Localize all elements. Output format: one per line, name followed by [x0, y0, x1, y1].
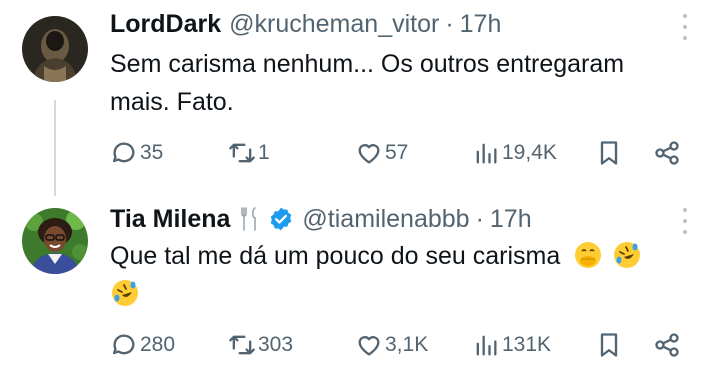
- avatar[interactable]: [22, 208, 88, 274]
- separator-dot: ·: [475, 204, 484, 233]
- user-handle[interactable]: @tiamilenabbb: [302, 205, 469, 234]
- like-button[interactable]: 3,1K: [355, 330, 428, 360]
- views-chart-icon: [476, 335, 497, 356]
- thread-connector-line: [54, 100, 56, 196]
- retweet-button[interactable]: 1: [228, 138, 270, 168]
- timestamp[interactable]: 17h: [460, 10, 502, 39]
- rolling-on-floor-laughing-emoji-icon: [612, 240, 642, 270]
- retweet-button[interactable]: 303: [228, 330, 293, 360]
- views-button[interactable]: 131K: [472, 330, 551, 360]
- reply-button[interactable]: 35: [110, 138, 163, 168]
- bookmark-button[interactable]: [595, 138, 623, 168]
- heart-icon: [358, 336, 380, 356]
- retweet-count: 303: [258, 333, 294, 356]
- tweet-text-line: mais. Fato.: [110, 88, 234, 116]
- views-button[interactable]: 19,4K: [472, 138, 557, 168]
- fork-and-knife-icon: [240, 206, 260, 232]
- tweet-actions: 35 1 57 19,4K: [110, 138, 690, 168]
- tweet-text-line: Que tal me dá um pouco do seu carisma: [110, 237, 710, 275]
- retweet-icon: [229, 335, 255, 355]
- share-button[interactable]: [653, 138, 681, 168]
- more-options-icon[interactable]: [680, 14, 690, 40]
- user-handle[interactable]: @krucheman_vitor: [229, 10, 439, 39]
- tweet-actions: 280 303 3,1K 131K: [110, 330, 690, 360]
- share-icon: [655, 333, 679, 357]
- views-count: 19,4K: [502, 141, 557, 164]
- share-button[interactable]: [653, 330, 681, 360]
- tweet-header: Tia Milena @tiamilenabbb · 17h: [110, 203, 532, 235]
- tweet-text-content: Que tal me dá um pouco do seu carisma: [110, 242, 561, 270]
- tweet-text-line: [110, 275, 710, 313]
- display-name[interactable]: Tia Milena: [110, 205, 230, 234]
- tweet-header: LordDark @krucheman_vitor · 17h: [110, 8, 501, 40]
- like-count: 57: [385, 141, 409, 164]
- retweet-icon: [229, 143, 255, 163]
- timestamp[interactable]: 17h: [490, 205, 532, 234]
- tweet-text-line: Sem carisma nenhum... Os outros entregar…: [110, 50, 625, 78]
- rolling-on-floor-laughing-emoji-icon: [110, 278, 140, 308]
- tweet-text: Sem carisma nenhum... Os outros entregar…: [110, 45, 710, 121]
- views-count: 131K: [502, 333, 552, 356]
- bookmark-icon: [600, 141, 618, 165]
- bookmark-icon: [600, 333, 618, 357]
- like-button[interactable]: 57: [355, 138, 408, 168]
- bookmark-button[interactable]: [595, 330, 623, 360]
- reply-count: 35: [140, 141, 164, 164]
- share-icon: [655, 141, 679, 165]
- retweet-count: 1: [258, 141, 270, 164]
- reply-button[interactable]: 280: [110, 330, 175, 360]
- face-with-hand-over-mouth-emoji-icon: [573, 240, 603, 270]
- heart-icon: [358, 144, 380, 164]
- more-options-icon[interactable]: [680, 208, 690, 234]
- reply-count: 280: [140, 333, 176, 356]
- separator-dot: ·: [445, 9, 454, 38]
- like-count: 3,1K: [385, 333, 429, 356]
- views-chart-icon: [476, 143, 497, 164]
- verified-badge-icon[interactable]: [268, 206, 294, 232]
- reply-icon: [112, 142, 135, 163]
- display-name[interactable]: LordDark: [110, 10, 221, 39]
- reply-icon: [112, 334, 135, 355]
- avatar[interactable]: [22, 16, 88, 82]
- tweet-text: Que tal me dá um pouco do seu carisma: [110, 237, 710, 313]
